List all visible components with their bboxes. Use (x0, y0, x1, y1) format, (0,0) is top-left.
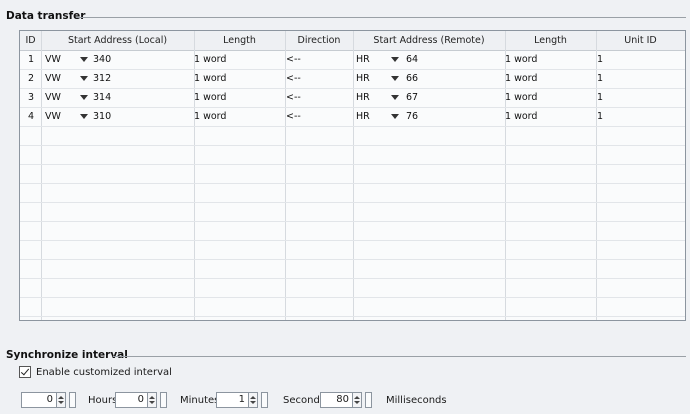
cell-local-length[interactable]: 1 word (194, 107, 226, 126)
cell-unit-id[interactable]: 1 (597, 50, 603, 69)
cell-remote-length[interactable]: 1 word (505, 107, 537, 126)
cell-direction[interactable]: <-- (286, 50, 301, 69)
cell-local-length[interactable]: 1 word (194, 69, 226, 88)
local-address-dropdown-icon[interactable] (80, 57, 88, 62)
local-address-dropdown-icon[interactable] (80, 76, 88, 81)
col-header-start-remote[interactable]: Start Address (Remote) (353, 31, 505, 50)
cell-local-area[interactable]: VW (45, 50, 61, 69)
cell-id: 4 (28, 111, 35, 122)
cell-remote-area[interactable]: HR (356, 69, 370, 88)
enable-interval-label: Enable customized interval (36, 366, 172, 378)
minutes-label: Minutes (180, 395, 220, 406)
milliseconds-label: Milliseconds (386, 395, 447, 406)
hours-label: Hours (88, 395, 118, 406)
cell-remote-length[interactable]: 1 word (505, 88, 537, 107)
cell-remote-area[interactable]: HR (356, 88, 370, 107)
enable-interval-row[interactable]: Enable customized interval (19, 366, 172, 378)
cell-local-address[interactable]: 310 (93, 107, 111, 126)
milliseconds-extra-button[interactable] (365, 392, 372, 408)
cell-remote-address[interactable]: 66 (406, 69, 418, 88)
cell-direction[interactable]: <-- (286, 88, 301, 107)
hours-input[interactable]: 0 (21, 392, 57, 408)
col-header-direction[interactable]: Direction (285, 31, 353, 50)
table-row[interactable]: 2 VW 312 1 word <-- HR 66 1 word 1 (20, 69, 685, 88)
cell-local-length[interactable]: 1 word (194, 50, 226, 69)
sync-interval-title: Synchronize interval (6, 349, 128, 361)
cell-unit-id[interactable]: 1 (597, 69, 603, 88)
cell-local-area[interactable]: VW (45, 107, 61, 126)
data-transfer-title: Data transfer (6, 10, 85, 22)
local-address-dropdown-icon[interactable] (80, 114, 88, 119)
data-transfer-table[interactable]: ID Start Address (Local) Length Directio… (19, 30, 686, 321)
col-header-length-local[interactable]: Length (194, 31, 285, 50)
cell-direction[interactable]: <-- (286, 69, 301, 88)
minutes-extra-button[interactable] (160, 392, 167, 408)
col-header-length-remote[interactable]: Length (505, 31, 596, 50)
cell-direction[interactable]: <-- (286, 107, 301, 126)
milliseconds-stepper-icon[interactable] (353, 392, 362, 408)
cell-remote-area[interactable]: HR (356, 50, 370, 69)
seconds-extra-button[interactable] (261, 392, 268, 408)
col-header-start-local[interactable]: Start Address (Local) (41, 31, 194, 50)
cell-id: 3 (28, 92, 35, 103)
milliseconds-spinner[interactable]: 80 (320, 391, 372, 409)
cell-local-address[interactable]: 314 (93, 88, 111, 107)
cell-local-area[interactable]: VW (45, 69, 61, 88)
remote-address-dropdown-icon[interactable] (391, 57, 399, 62)
table-row[interactable]: 3 VW 314 1 word <-- HR 67 1 word 1 (20, 88, 685, 107)
remote-address-dropdown-icon[interactable] (391, 76, 399, 81)
col-header-id[interactable]: ID (20, 31, 41, 50)
cell-id: 1 (28, 54, 35, 65)
remote-address-dropdown-icon[interactable] (391, 95, 399, 100)
cell-remote-address[interactable]: 64 (406, 50, 418, 69)
minutes-input[interactable]: 0 (115, 392, 148, 408)
cell-remote-area[interactable]: HR (356, 107, 370, 126)
data-transfer-divider (76, 17, 686, 18)
local-address-dropdown-icon[interactable] (80, 95, 88, 100)
hours-spinner[interactable]: 0 (21, 391, 76, 409)
sync-interval-divider (113, 356, 686, 357)
seconds-label: Seconds (283, 395, 326, 406)
cell-local-area[interactable]: VW (45, 88, 61, 107)
cell-id: 2 (28, 73, 35, 84)
remote-address-dropdown-icon[interactable] (391, 114, 399, 119)
seconds-input[interactable]: 1 (216, 392, 249, 408)
sync-interval-title-text: Synchronize interval (6, 349, 128, 361)
hours-stepper-icon[interactable] (57, 392, 66, 408)
col-header-unit-id[interactable]: Unit ID (596, 31, 685, 50)
cell-unit-id[interactable]: 1 (597, 88, 603, 107)
cell-unit-id[interactable]: 1 (597, 107, 603, 126)
seconds-stepper-icon[interactable] (249, 392, 258, 408)
cell-remote-length[interactable]: 1 word (505, 69, 537, 88)
milliseconds-input[interactable]: 80 (320, 392, 353, 408)
table-row[interactable]: 4 VW 310 1 word <-- HR 76 1 word 1 (20, 107, 685, 126)
minutes-stepper-icon[interactable] (148, 392, 157, 408)
cell-remote-address[interactable]: 67 (406, 88, 418, 107)
cell-remote-address[interactable]: 76 (406, 107, 418, 126)
table-row[interactable]: 1 VW 340 1 word <-- HR 64 1 word 1 (20, 50, 685, 69)
cell-local-length[interactable]: 1 word (194, 88, 226, 107)
enable-interval-checkbox[interactable] (19, 366, 31, 378)
data-transfer-title-text: Data transfer (6, 10, 86, 22)
hours-extra-button[interactable] (69, 392, 76, 408)
cell-local-address[interactable]: 340 (93, 50, 111, 69)
table-header: ID Start Address (Local) Length Directio… (20, 31, 685, 51)
cell-local-address[interactable]: 312 (93, 69, 111, 88)
cell-remote-length[interactable]: 1 word (505, 50, 537, 69)
minutes-spinner[interactable]: 0 (115, 391, 167, 409)
seconds-spinner[interactable]: 1 (216, 391, 268, 409)
